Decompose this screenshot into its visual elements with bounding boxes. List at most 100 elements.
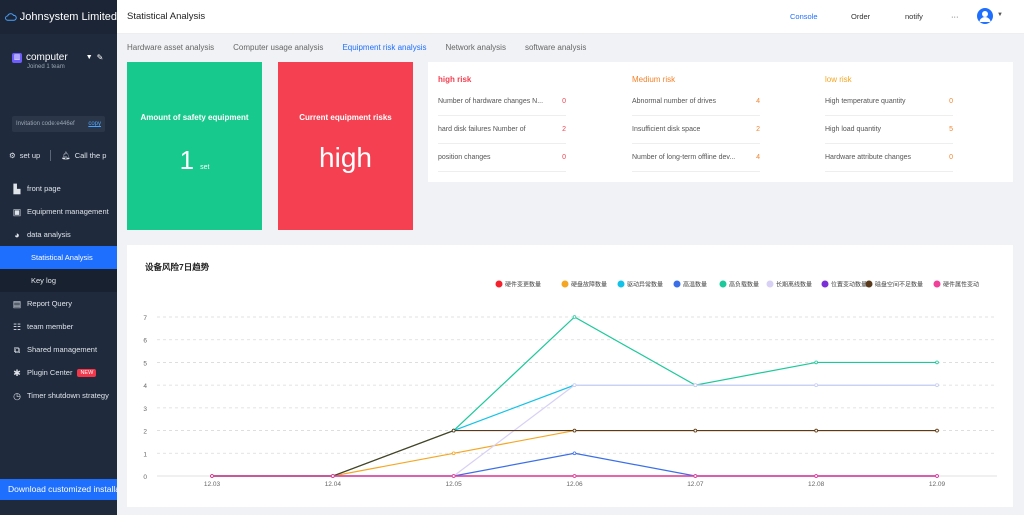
data-point[interactable] <box>572 383 577 387</box>
avatar-caret-icon[interactable]: ▼ <box>997 12 1003 18</box>
risk-card-value: high <box>319 142 372 173</box>
home-icon: ▙ <box>13 183 21 194</box>
data-point[interactable] <box>935 360 939 365</box>
team-switcher[interactable]: ▥ computer ▼ ✎ Joined 1 team <box>0 34 117 106</box>
x-tick-label: 12.07 <box>687 481 704 488</box>
pie-chart-icon: ◕ <box>14 229 20 240</box>
legend-marker[interactable] <box>865 280 873 288</box>
timer-icon: ◷ <box>13 390 21 401</box>
data-point[interactable] <box>814 428 818 433</box>
app-logo[interactable]: Johnsystem Limited <box>0 0 117 34</box>
legend-label[interactable]: 驱动异常数量 <box>627 281 663 289</box>
data-point[interactable] <box>210 474 214 478</box>
sidebar-tools: ⚙ set up 🔔︎ Call the p <box>0 146 117 164</box>
legend-label[interactable]: 硬件属性变动 <box>943 281 979 289</box>
sidebar-item-timer-shutdown-strategy[interactable]: ◷ Timer shutdown strategy <box>0 384 117 407</box>
risk-item-value[interactable]: 0 <box>949 94 953 115</box>
data-point[interactable] <box>814 474 818 478</box>
data-point[interactable] <box>935 428 939 433</box>
data-point[interactable] <box>451 428 456 433</box>
current-risk-card: Current equipment risks high <box>278 62 413 230</box>
more-icon[interactable]: ··· <box>951 12 959 21</box>
tab-hardware-asset-analysis[interactable]: Hardware asset analysis <box>127 43 214 52</box>
edit-icon[interactable]: ✎ <box>97 53 104 62</box>
data-point[interactable] <box>693 474 698 478</box>
sidebar-item-team-member[interactable]: ☷ team member <box>0 315 117 338</box>
sidebar-item-report-query[interactable]: ▤ Report Query <box>0 292 117 315</box>
risk-summary-panel: high risk Number of hardware changes N...… <box>428 62 1013 182</box>
risk-item: Insufficient disk space 2 <box>632 122 760 144</box>
legend-marker[interactable] <box>561 280 569 288</box>
sidebar-item-plugin-center[interactable]: ✱ Plugin Center NEW <box>0 361 117 384</box>
data-point[interactable] <box>572 474 577 478</box>
avatar[interactable] <box>977 8 993 24</box>
legend-marker[interactable] <box>821 280 829 288</box>
copy-link[interactable]: copy <box>88 121 101 127</box>
data-point[interactable] <box>814 383 818 387</box>
sidebar-item-key-log[interactable]: Key log <box>0 269 117 292</box>
legend-label[interactable]: 硬件变更数量 <box>505 281 541 289</box>
risk-item-label: Number of hardware changes N... <box>438 98 544 105</box>
legend-marker[interactable] <box>673 280 681 288</box>
risk-item-value[interactable]: 4 <box>756 94 760 115</box>
invitation-code-text: Invitation code:e446ef <box>16 121 75 127</box>
legend-label[interactable]: 硬盘故障数量 <box>571 281 607 289</box>
sidebar-item-statistical-analysis[interactable]: Statistical Analysis <box>0 246 117 269</box>
setup-link[interactable]: set up <box>20 151 40 160</box>
sidebar-item-data-analysis[interactable]: ◕ data analysis <box>0 223 117 246</box>
legend-label[interactable]: 高温数量 <box>683 281 707 289</box>
data-point[interactable] <box>814 360 818 365</box>
risk-item-value[interactable]: 0 <box>562 94 566 115</box>
call-link[interactable]: Call the p <box>75 151 107 160</box>
caret-down-icon[interactable]: ▼ <box>86 54 93 61</box>
legend-marker[interactable] <box>766 280 774 288</box>
data-point[interactable] <box>451 474 456 478</box>
legend-label[interactable]: 长期离线数量 <box>776 281 812 289</box>
risk-item-label: position changes <box>438 154 491 161</box>
data-point[interactable] <box>693 428 698 433</box>
risk-group-title: high risk <box>438 75 472 84</box>
tab-computer-usage-analysis[interactable]: Computer usage analysis <box>233 43 323 52</box>
plugin-icon: ✱ <box>13 367 21 378</box>
y-tick-label: 4 <box>143 383 147 390</box>
data-point[interactable] <box>693 383 698 387</box>
chart-canvas: 0 1 2 3 4 5 6 7 12.03 12.04 12.05 12.06 12.07 12.08 12… <box>143 280 997 488</box>
page-title: Statistical Analysis <box>127 11 206 22</box>
risk-item-label: Abnormal number of drives <box>632 98 717 105</box>
legend-marker[interactable] <box>719 280 727 288</box>
data-point[interactable] <box>572 451 577 456</box>
data-point[interactable] <box>451 451 456 456</box>
legend-label[interactable]: 磁盘空间不足数量 <box>875 281 923 289</box>
download-installer-button[interactable]: Download customized installatio <box>0 479 117 500</box>
tab-equipment-risk-analysis[interactable]: Equipment risk analysis <box>342 43 426 52</box>
data-point[interactable] <box>572 315 577 319</box>
legend-marker[interactable] <box>495 280 503 288</box>
tab-software-analysis[interactable]: software analysis <box>525 43 586 52</box>
nav-notify[interactable]: notify <box>905 12 923 21</box>
legend-label[interactable]: 位置变动数量 <box>831 281 867 289</box>
sidebar-item-front-page[interactable]: ▙ front page <box>0 177 117 200</box>
tab-network-analysis[interactable]: Network analysis <box>445 43 505 52</box>
user-icon <box>979 11 991 22</box>
legend-label[interactable]: 高负载数量 <box>729 281 759 289</box>
risk-item-value[interactable]: 0 <box>562 150 566 171</box>
risk-item-value[interactable]: 2 <box>562 122 566 143</box>
risk-item-value[interactable]: 4 <box>756 150 760 171</box>
risk-item-value[interactable]: 0 <box>949 150 953 171</box>
risk-item-value[interactable]: 5 <box>949 122 953 143</box>
risk-item: position changes 0 <box>438 150 566 172</box>
data-point[interactable] <box>935 383 939 387</box>
data-point[interactable] <box>935 474 939 478</box>
nav-console[interactable]: Console <box>790 12 818 21</box>
sidebar-item-shared-management[interactable]: ⧉ Shared management <box>0 338 117 361</box>
data-point[interactable] <box>572 428 577 433</box>
legend-marker[interactable] <box>617 280 625 288</box>
team-name: computer <box>26 52 68 63</box>
sidebar-item-equipment-management[interactable]: ▣ Equipment management <box>0 200 117 223</box>
risk-item-value[interactable]: 2 <box>756 122 760 143</box>
x-tick-label: 12.06 <box>566 481 583 488</box>
data-point[interactable] <box>331 474 335 478</box>
legend-marker[interactable] <box>933 280 941 288</box>
sidebar-item-label: Shared management <box>27 345 98 354</box>
nav-order[interactable]: Order <box>851 12 870 21</box>
